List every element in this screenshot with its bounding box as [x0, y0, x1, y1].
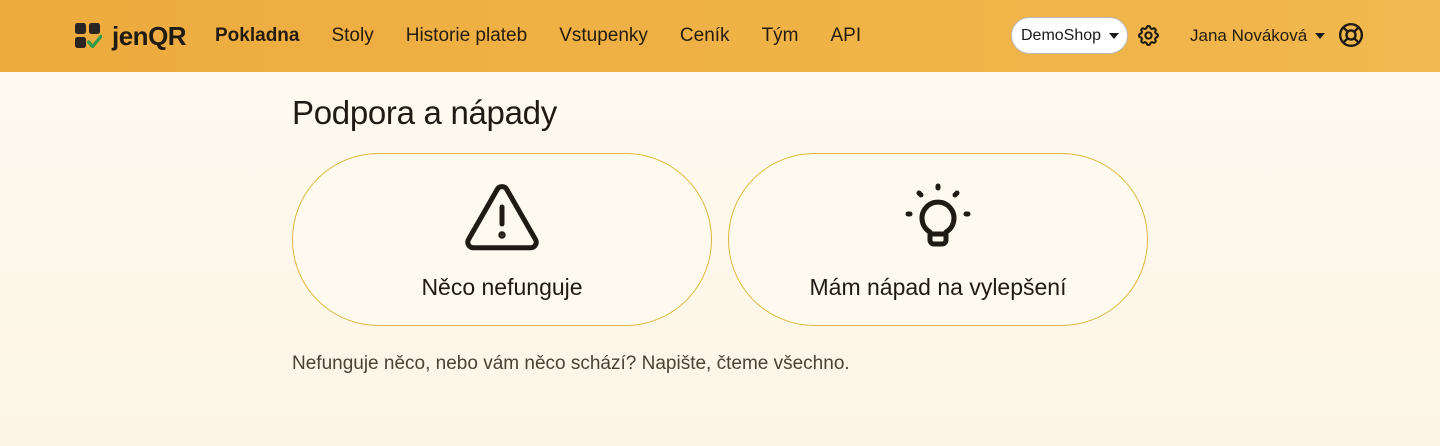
main-nav: Pokladna Stoly Historie plateb Vstupenky… [215, 24, 893, 48]
nav-item-tym[interactable]: Tým [762, 24, 799, 48]
jenqr-logo-icon [75, 23, 102, 49]
suggest-idea-label: Mám nápad na vylepšení [809, 274, 1067, 300]
shop-selector[interactable]: DemoShop [1011, 17, 1128, 54]
suggest-idea-card[interactable]: Mám nápad na vylepšení [728, 153, 1148, 326]
lightbulb-icon [905, 183, 971, 247]
lifebuoy-icon[interactable] [1338, 22, 1364, 48]
nav-item-vstupenky[interactable]: Vstupenky [559, 24, 648, 48]
nav-item-cenik[interactable]: Ceník [680, 24, 730, 48]
caret-down-icon [1315, 33, 1326, 39]
nav-item-pokladna[interactable]: Pokladna [215, 24, 299, 48]
gear-icon[interactable] [1136, 23, 1161, 48]
support-note: Nefunguje něco, nebo vám něco schází? Na… [292, 353, 850, 374]
brand-name: jenQR [112, 20, 187, 51]
nav-item-stoly[interactable]: Stoly [331, 24, 373, 48]
top-navbar: jenQR Pokladna Stoly Historie plateb Vst… [0, 0, 1440, 72]
report-problem-card[interactable]: Něco nefunguje [292, 153, 712, 326]
nav-item-historie-plateb[interactable]: Historie plateb [406, 24, 527, 48]
shop-selector-value: DemoShop [1021, 26, 1102, 44]
nav-item-api[interactable]: API [831, 24, 862, 48]
caret-down-icon [1109, 32, 1120, 39]
user-menu[interactable]: Jana Nováková [1190, 24, 1326, 48]
page-title: Podpora a nápady [292, 94, 557, 131]
brand-link[interactable]: jenQR [74, 20, 187, 51]
warning-triangle-icon [465, 184, 539, 251]
user-name: Jana Nováková [1190, 26, 1308, 45]
report-problem-label: Něco nefunguje [421, 274, 583, 300]
